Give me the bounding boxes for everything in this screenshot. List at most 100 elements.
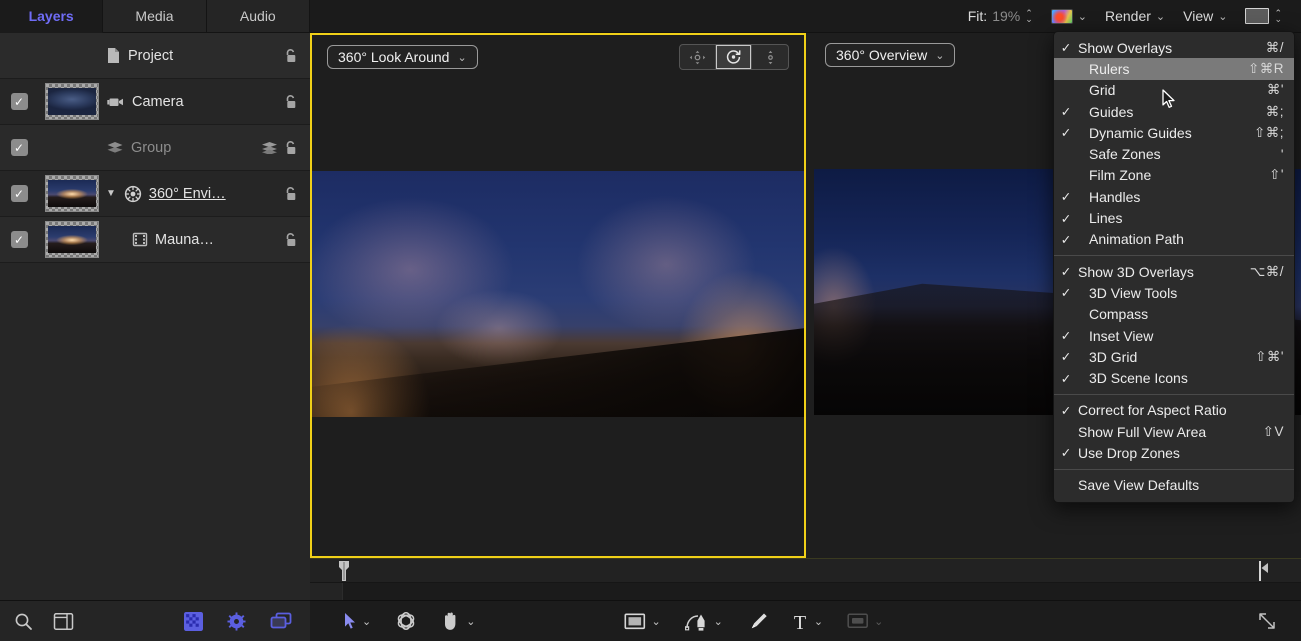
menu-item-rulers[interactable]: Rulers ⇧⌘R bbox=[1054, 58, 1294, 79]
menu-item-3d-grid[interactable]: ✓ 3D Grid ⇧⌘' bbox=[1054, 346, 1294, 367]
paint-tool[interactable] bbox=[735, 611, 779, 631]
resize-handle-icon[interactable] bbox=[1257, 611, 1277, 631]
checkbox-checked[interactable]: ✓ bbox=[11, 93, 28, 110]
group-enable-checkbox[interactable]: ✓ bbox=[0, 139, 38, 156]
view-menu-button[interactable]: View ⌄ bbox=[1174, 8, 1236, 24]
mauna-enable-checkbox[interactable]: ✓ bbox=[0, 231, 38, 248]
checkbox-checked[interactable]: ✓ bbox=[11, 139, 28, 156]
rectangle-shape-icon[interactable] bbox=[624, 613, 646, 630]
group-stack-icon[interactable] bbox=[261, 141, 278, 154]
gear-icon[interactable] bbox=[227, 612, 246, 631]
menu-item-grid[interactable]: Grid ⌘' bbox=[1054, 80, 1294, 101]
mask-tool-icon[interactable] bbox=[847, 613, 869, 629]
pan-tool[interactable]: ⌄ bbox=[429, 611, 487, 631]
menu-item-handles[interactable]: ✓ Handles bbox=[1054, 186, 1294, 207]
timeline-ruler[interactable] bbox=[310, 559, 1301, 583]
unlock-icon[interactable] bbox=[283, 140, 298, 156]
chevron-down-icon[interactable]: ⌄ bbox=[1156, 10, 1165, 23]
layer-row-360-environment[interactable]: ✓ ▼ 360° Envi… bbox=[0, 171, 310, 217]
menu-item-compass[interactable]: Compass bbox=[1054, 304, 1294, 325]
render-menu[interactable]: Render ⌄ bbox=[1096, 8, 1174, 24]
menu-item-safe-zones[interactable]: Safe Zones ' bbox=[1054, 143, 1294, 164]
playhead-marker[interactable] bbox=[338, 561, 350, 581]
3d-transform-icon[interactable] bbox=[395, 611, 417, 631]
menu-item-dynamic-guides[interactable]: ✓ Dynamic Guides ⇧⌘; bbox=[1054, 122, 1294, 143]
unlock-icon[interactable] bbox=[283, 232, 298, 248]
shape-tool[interactable]: ⌄ bbox=[612, 613, 672, 630]
checkerboard-icon[interactable] bbox=[184, 612, 203, 631]
menu-item-use-drop-zones[interactable]: ✓ Use Drop Zones bbox=[1054, 442, 1294, 463]
tab-media[interactable]: Media bbox=[103, 0, 206, 33]
chevron-down-icon[interactable]: ⌄ bbox=[1078, 10, 1087, 23]
menu-item-animation-path[interactable]: ✓ Animation Path bbox=[1054, 229, 1294, 250]
menu-item-show-full-view-area[interactable]: Show Full View Area ⇧V bbox=[1054, 421, 1294, 442]
text-tool[interactable]: T ⌄ bbox=[779, 611, 835, 632]
menu-item-show-3d-overlays[interactable]: ✓ Show 3D Overlays ⌥⌘/ bbox=[1054, 261, 1294, 282]
mauna-lock-cell[interactable] bbox=[266, 232, 310, 248]
menu-item-film-zone[interactable]: Film Zone ⇧' bbox=[1054, 165, 1294, 186]
menu-item-lines[interactable]: ✓ Lines bbox=[1054, 207, 1294, 228]
stepper-icon[interactable]: ⌃⌄ bbox=[1025, 10, 1033, 22]
chevron-down-icon[interactable]: ⌄ bbox=[814, 615, 823, 628]
layer-row-project[interactable]: Project bbox=[0, 33, 310, 79]
chevron-down-icon[interactable]: ⌄ bbox=[1218, 10, 1227, 23]
camera-lock-cell[interactable] bbox=[266, 94, 310, 110]
project-lock-cell[interactable] bbox=[266, 48, 310, 64]
orbit-tool-icon[interactable] bbox=[716, 45, 752, 69]
layout-panel-icon[interactable] bbox=[53, 612, 74, 631]
group-right-cell[interactable] bbox=[266, 140, 310, 156]
stepper-icon[interactable]: ⌃⌄ bbox=[1274, 10, 1282, 22]
menu-item-3d-scene-icons[interactable]: ✓ 3D Scene Icons bbox=[1054, 367, 1294, 388]
resize-handle[interactable] bbox=[1245, 611, 1289, 631]
menu-item-correct-for-aspect-ratio[interactable]: ✓ Correct for Aspect Ratio bbox=[1054, 400, 1294, 421]
mask-tool[interactable]: ⌄ bbox=[835, 613, 895, 629]
chevron-down-icon[interactable]: ⌄ bbox=[874, 615, 883, 628]
timeline-segment[interactable] bbox=[310, 583, 343, 600]
menu-item-show-overlays[interactable]: ✓ Show Overlays ⌘/ bbox=[1054, 37, 1294, 58]
viewer-layout-control[interactable]: ⌃⌄ bbox=[1236, 8, 1291, 24]
chevron-down-icon[interactable]: ⌄ bbox=[466, 615, 475, 628]
menu-item-3d-view-tools[interactable]: ✓ 3D View Tools bbox=[1054, 282, 1294, 303]
select-tool[interactable]: ⌄ bbox=[332, 612, 383, 630]
3d-transform-tool[interactable] bbox=[383, 611, 429, 631]
checkbox-checked[interactable]: ✓ bbox=[11, 185, 28, 202]
paint-brush-icon[interactable] bbox=[747, 611, 767, 631]
color-channel-control[interactable]: ⌄ bbox=[1042, 9, 1096, 24]
disclosure-triangle-icon[interactable]: ▼ bbox=[106, 188, 116, 199]
duplicate-windows-icon[interactable] bbox=[270, 612, 292, 630]
chevron-down-icon[interactable]: ⌄ bbox=[714, 615, 723, 628]
tab-audio[interactable]: Audio bbox=[207, 0, 310, 33]
chevron-down-icon[interactable]: ⌄ bbox=[362, 615, 371, 628]
pen-tool[interactable]: ⌄ bbox=[673, 611, 735, 632]
camera-enable-checkbox[interactable]: ✓ bbox=[0, 93, 38, 110]
chevron-down-icon[interactable]: ⌄ bbox=[651, 615, 660, 628]
dolly-tool-icon[interactable] bbox=[752, 45, 788, 69]
unlock-icon[interactable] bbox=[283, 48, 298, 64]
search-icon[interactable] bbox=[14, 612, 33, 631]
environment-lock-cell[interactable] bbox=[266, 186, 310, 202]
unlock-icon[interactable] bbox=[283, 94, 298, 110]
menu-item-save-view-defaults[interactable]: Save View Defaults bbox=[1054, 475, 1294, 496]
environment-enable-checkbox[interactable]: ✓ bbox=[0, 185, 38, 202]
checkbox-checked[interactable]: ✓ bbox=[11, 231, 28, 248]
viewer-main-mode-dropdown[interactable]: 360° Look Around ⌄ bbox=[327, 45, 478, 69]
color-gradient-swatch[interactable] bbox=[1051, 9, 1073, 24]
timeline-track[interactable] bbox=[310, 583, 1301, 600]
layer-row-camera[interactable]: ✓ Camera bbox=[0, 79, 310, 125]
layer-row-mauna[interactable]: ✓ Mauna… bbox=[0, 217, 310, 263]
bezier-pen-icon[interactable] bbox=[685, 611, 709, 632]
layer-row-group[interactable]: ✓ Group bbox=[0, 125, 310, 171]
menu-item-guides[interactable]: ✓ Guides ⌘; bbox=[1054, 101, 1294, 122]
tab-layers[interactable]: Layers bbox=[0, 0, 103, 33]
menu-item-inset-view[interactable]: ✓ Inset View bbox=[1054, 325, 1294, 346]
unlock-icon[interactable] bbox=[283, 186, 298, 202]
viewer-main[interactable]: 360° Look Around ⌄ bbox=[310, 33, 806, 558]
viewer-secondary-mode-dropdown[interactable]: 360° Overview ⌄ bbox=[825, 43, 955, 67]
select-arrow-icon[interactable] bbox=[344, 612, 357, 630]
background-swatch[interactable] bbox=[1245, 8, 1269, 24]
pan-hand-icon[interactable] bbox=[441, 611, 461, 631]
view-dropdown-menu[interactable]: ✓ Show Overlays ⌘/ Rulers ⇧⌘R Grid ⌘' ✓ … bbox=[1053, 31, 1295, 503]
pan-tool-icon[interactable] bbox=[680, 45, 716, 69]
fit-zoom-control[interactable]: Fit: 19% ⌃⌄ bbox=[959, 8, 1042, 24]
mini-timeline[interactable] bbox=[310, 558, 1301, 600]
